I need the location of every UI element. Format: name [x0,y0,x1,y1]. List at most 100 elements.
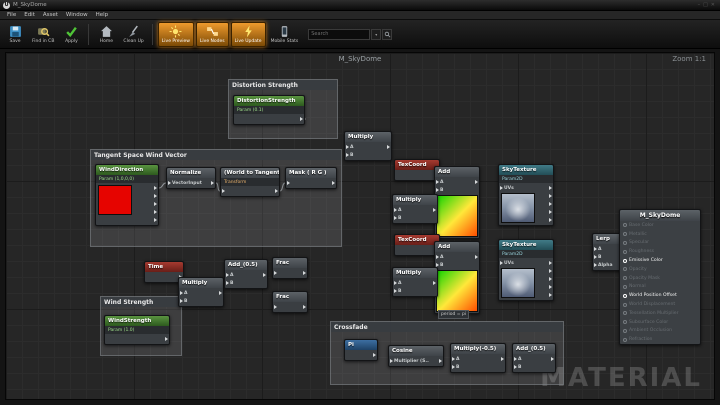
material-graph-canvas[interactable]: M_SkyDome Zoom 1:1 MATERIAL Distortion S… [5,52,715,400]
toolbar-live-preview-button[interactable]: Live Preview [158,22,194,47]
node-header[interactable]: WindStrength [105,316,169,326]
node-header[interactable]: SkyTexture [499,240,553,250]
node-multiply-neg-05[interactable]: Multiply(-0.5)AB [450,343,506,373]
pin-circle[interactable] [623,259,627,263]
comment-title[interactable]: Wind Strength [101,297,181,307]
input-pin[interactable] [514,357,517,361]
pin-circle[interactable] [623,276,627,280]
node-header[interactable]: Multiply [393,268,437,278]
input-pin[interactable] [500,261,503,265]
output-pin[interactable] [433,281,436,285]
material-pin-base-color[interactable]: Base Color [620,221,700,230]
node-header[interactable]: Mask ( R G ) [286,168,336,178]
node-header[interactable]: Add_(0.5) [225,260,267,270]
input-pin[interactable] [222,189,225,193]
node-header[interactable]: Cosine [389,346,443,356]
input-pin[interactable] [594,247,597,251]
output-pin[interactable] [549,210,552,214]
output-pin[interactable] [551,357,554,361]
node-frac-1[interactable]: Frac [272,257,308,279]
menu-help[interactable]: Help [92,12,113,18]
node-frac-2[interactable]: Frac [272,291,308,313]
pin-circle[interactable] [623,311,627,315]
input-pin[interactable] [594,263,597,267]
menu-window[interactable]: Window [62,12,92,18]
node-add-uv-2[interactable]: AddAB [434,241,480,314]
output-pin[interactable] [373,353,376,357]
input-pin[interactable] [287,181,290,185]
search-input[interactable] [308,29,370,40]
node-multiply-distortion[interactable]: MultiplyAB [344,131,392,161]
output-pin[interactable] [549,194,552,198]
toolbar-apply-button[interactable]: Apply [59,22,83,47]
node-distortion-strength-param[interactable]: DistortionStrengthParam (0.1) [233,95,305,125]
node-header[interactable]: TexCoord [395,160,439,170]
comment-title[interactable]: Distortion Strength [229,80,337,90]
node-world-to-tangent[interactable]: (World to Tangent)Transform [220,167,280,197]
input-pin[interactable] [346,145,349,149]
material-pin-subsurface-color[interactable]: Subsurface Color [620,318,700,327]
pin-circle[interactable] [623,232,627,236]
node-header[interactable]: SkyTexture [499,165,553,175]
input-pin[interactable] [514,365,517,369]
node-header[interactable]: WindDirection [96,165,158,175]
output-pin[interactable] [549,285,552,289]
search-icon[interactable] [382,29,392,40]
input-pin[interactable] [180,299,183,303]
material-pin-roughness[interactable]: Roughness [620,247,700,256]
pin-circle[interactable] [623,267,627,271]
node-header[interactable]: (World to Tangent) [221,168,279,178]
output-pin[interactable] [549,293,552,297]
output-pin[interactable] [300,117,303,121]
node-header[interactable]: Normalize [167,168,215,178]
output-pin[interactable] [475,180,478,184]
output-pin[interactable] [154,210,157,214]
node-pi[interactable]: Pi [344,339,378,361]
material-pin-world-position-offset[interactable]: World Position Offset [620,291,700,300]
close-icon[interactable]: ✕ [711,3,715,8]
output-pin[interactable] [549,277,552,281]
node-sky-texture-1[interactable]: SkyTextureParam2DUVs [498,164,554,226]
output-pin[interactable] [549,269,552,273]
material-pin-emissive-color[interactable]: Emissive Color [620,256,700,265]
input-pin[interactable] [436,180,439,184]
comment-title[interactable]: Crossfade [331,322,563,332]
toolbar-mobile-stats-button[interactable]: Mobile Stats [268,22,302,47]
node-header[interactable]: Add [435,167,479,177]
output-pin[interactable] [303,271,306,275]
input-pin[interactable] [394,216,397,220]
node-mask-rg[interactable]: Mask ( R G ) [285,167,337,189]
output-pin[interactable] [549,186,552,190]
output-pin[interactable] [275,189,278,193]
toolbar-clean-up-button[interactable]: Clean Up [120,22,146,47]
output-pin[interactable] [549,261,552,265]
input-pin[interactable] [346,153,349,157]
toolbar-live-nodes-button[interactable]: Live Nodes [196,22,229,47]
input-pin[interactable] [394,208,397,212]
toolbar-home-button[interactable]: Home [94,22,118,47]
node-wind-direction[interactable]: WindDirectionParam (1,0,0,0) [95,164,159,226]
input-pin[interactable] [452,365,455,369]
node-header[interactable]: DistortionStrength [234,96,304,106]
input-pin[interactable] [452,357,455,361]
input-pin[interactable] [594,255,597,259]
toolbar-find-in-cb-button[interactable]: Find in CB [29,22,57,47]
input-pin[interactable] [274,271,277,275]
node-header[interactable]: Add_(0.5) [513,344,555,354]
node-cosine[interactable]: CosineMultiplier (S.. [388,345,444,367]
input-pin[interactable] [274,305,277,309]
output-pin[interactable] [475,255,478,259]
pin-circle[interactable] [623,303,627,307]
node-header[interactable]: Multiply [345,132,391,142]
input-pin[interactable] [394,281,397,285]
toolbar-save-button[interactable]: Save [3,22,27,47]
input-pin[interactable] [168,181,171,185]
node-header[interactable]: Add [435,242,479,252]
output-pin[interactable] [433,208,436,212]
pin-circle[interactable] [623,223,627,227]
node-wind-strength-param[interactable]: WindStrengthParam (1.0) [104,315,170,345]
material-pin-specular[interactable]: Specular [620,239,700,248]
output-pin[interactable] [439,359,442,363]
output-pin[interactable] [211,181,214,185]
output-pin[interactable] [263,273,266,277]
